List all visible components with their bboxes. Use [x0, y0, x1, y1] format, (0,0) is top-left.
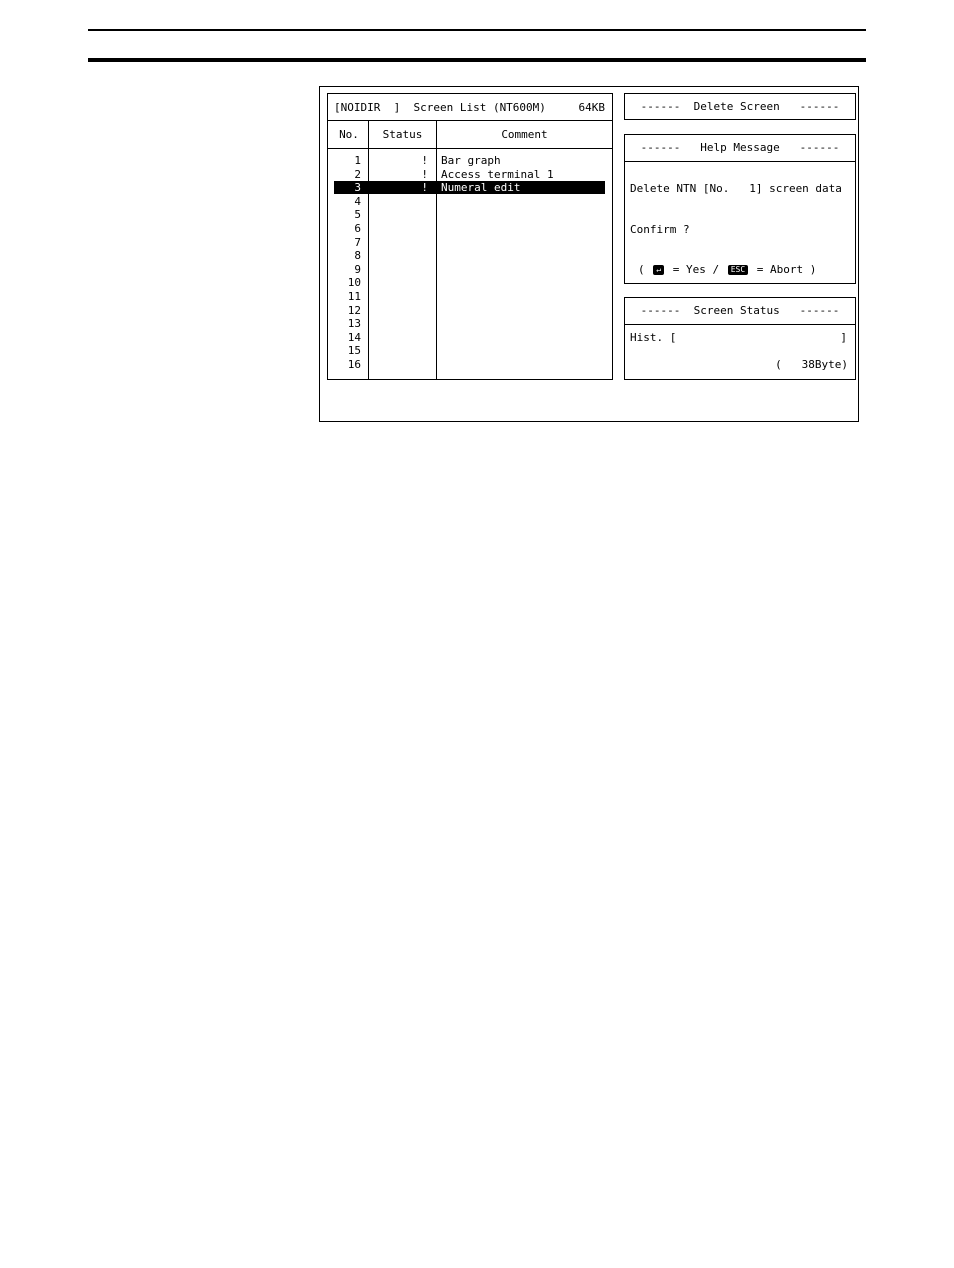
screen-list-panel: [NOIDIR ] Screen List (NT600M) 64KB No. … — [327, 93, 613, 380]
table-row[interactable]: 8 — [328, 249, 612, 263]
help-title-divider — [625, 161, 855, 162]
table-row[interactable]: 11 — [328, 290, 612, 304]
screen-list-rows: 1! Bar graph 2! Access terminal 1 3! Numeral … — [328, 154, 612, 372]
header-divider — [328, 148, 612, 149]
row-number: 5 — [354, 208, 361, 222]
status-title-divider — [625, 324, 855, 325]
row-number: 10 — [347, 276, 361, 290]
table-row[interactable]: 6 — [328, 222, 612, 236]
table-row[interactable]: 7 — [328, 236, 612, 250]
table-row[interactable]: 12 — [328, 304, 612, 318]
table-row[interactable]: 13 — [328, 317, 612, 331]
row-number: 11 — [347, 289, 361, 303]
row-status: ! — [421, 154, 428, 167]
enter-key-icon[interactable]: ↵ — [653, 265, 665, 275]
yes-label: = Yes / — [672, 263, 720, 276]
row-number: 8 — [354, 249, 361, 263]
row-number: 16 — [347, 357, 361, 371]
hist-close-bracket: ] — [840, 331, 847, 344]
row-status: ! — [421, 167, 428, 181]
hist-label: Hist. [ — [630, 331, 677, 344]
top-rule-thick — [88, 58, 866, 62]
table-row[interactable]: 14 — [328, 331, 612, 345]
delete-screen-panel: ------ Delete Screen ------ — [624, 93, 856, 120]
row-status: ! — [421, 181, 428, 195]
memory-size: 64KB — [578, 101, 606, 114]
column-header-no: No. — [339, 128, 359, 141]
row-number: 13 — [347, 317, 361, 331]
table-row[interactable]: 2! Access terminal 1 — [328, 168, 612, 182]
row-number: 6 — [354, 221, 361, 235]
column-header-comment: Comment — [501, 128, 548, 141]
row-number: 3 — [354, 181, 361, 195]
table-row[interactable]: 10 — [328, 276, 612, 290]
screen-status-title: ------ Screen Status ------ — [640, 304, 840, 317]
column-header-status: Status — [382, 128, 423, 141]
delete-screen-title: ------ Delete Screen ------ — [640, 100, 840, 113]
table-row[interactable]: 4 — [328, 195, 612, 209]
table-row[interactable]: 16 — [328, 358, 612, 372]
screen-byte-size: ( 38Byte) — [775, 358, 848, 371]
key-hint-open: ( — [638, 263, 645, 276]
delete-confirm-text: Delete NTN [No. 1] screen data — [630, 182, 842, 195]
row-comment: Access terminal 1 — [441, 167, 554, 181]
row-comment: Bar graph — [441, 154, 501, 167]
row-number: 7 — [354, 235, 361, 249]
title-divider — [328, 120, 612, 121]
table-row[interactable]: 9 — [328, 263, 612, 277]
confirm-prompt: Confirm ? — [630, 223, 690, 236]
key-hint-line: ( ↵ = Yes / ESC = Abort ) — [638, 263, 816, 276]
table-row-selected[interactable]: 3! Numeral edit — [328, 181, 612, 195]
row-comment: Numeral edit — [441, 181, 521, 195]
row-number: 2 — [354, 167, 361, 181]
screen-status-panel: ------ Screen Status ------ Hist. [ ] ( … — [624, 297, 856, 380]
abort-label: = Abort ) — [756, 263, 817, 276]
esc-key-icon[interactable]: ESC — [727, 265, 749, 275]
row-number: 15 — [347, 344, 361, 358]
top-rule-thin — [88, 29, 866, 31]
row-number: 12 — [347, 303, 361, 317]
table-row[interactable]: 15 — [328, 344, 612, 358]
row-number: 9 — [354, 262, 361, 276]
screen-list-title: [NOIDIR ] Screen List (NT600M) — [334, 101, 546, 114]
row-number: 1 — [354, 154, 361, 167]
table-row[interactable]: 5 — [328, 208, 612, 222]
table-row[interactable]: 1! Bar graph — [328, 154, 612, 168]
help-message-title: ------ Help Message ------ — [640, 141, 840, 154]
row-number: 4 — [354, 194, 361, 208]
row-number: 14 — [347, 330, 361, 344]
help-message-panel: ------ Help Message ------ Delete NTN [N… — [624, 134, 856, 284]
screen-window: [NOIDIR ] Screen List (NT600M) 64KB No. … — [319, 86, 859, 422]
